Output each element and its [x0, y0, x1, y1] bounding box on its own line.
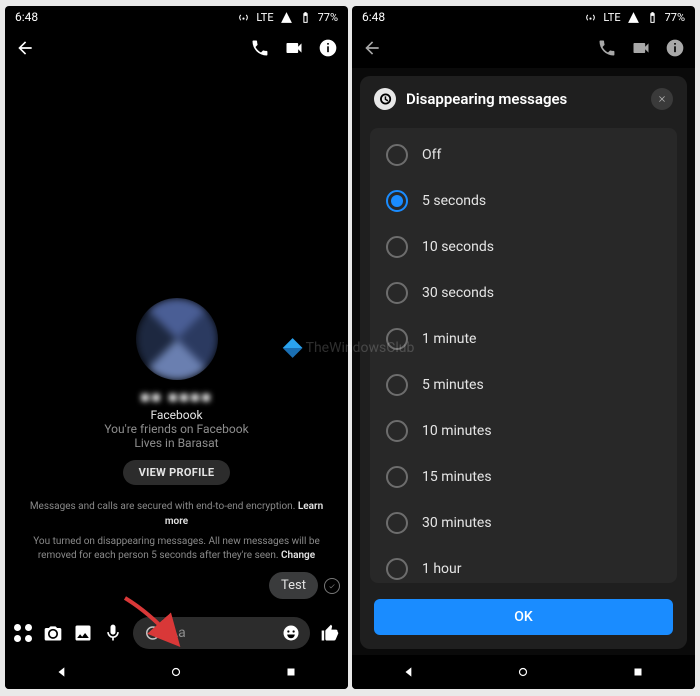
history-icon	[374, 88, 396, 110]
back-icon[interactable]	[362, 38, 382, 58]
camera-icon[interactable]	[43, 623, 63, 643]
delivered-icon	[324, 578, 340, 594]
close-icon[interactable]	[651, 88, 673, 110]
option-label: 30 minutes	[422, 515, 492, 531]
android-navbar	[5, 655, 348, 689]
video-call-icon[interactable]	[284, 38, 304, 58]
encryption-notice: Messages and calls are secured with end-…	[5, 499, 348, 529]
status-bar: 6:48 LTE 77%	[352, 6, 695, 28]
sent-message: Test	[269, 572, 340, 599]
radio-icon	[386, 328, 408, 350]
option-off[interactable]: Off	[370, 132, 677, 178]
info-icon[interactable]	[665, 38, 685, 58]
option-5-seconds[interactable]: 5 seconds	[370, 178, 677, 224]
disappearing-modal: Disappearing messages Off 5 seconds 10 sec…	[360, 76, 687, 649]
status-bar: 6:48 LTE 77%	[5, 6, 348, 28]
radio-icon	[386, 144, 408, 166]
status-time: 6:48	[362, 10, 385, 24]
hotspot-icon	[237, 11, 250, 24]
option-label: Off	[422, 147, 441, 163]
radio-icon	[386, 236, 408, 258]
option-label: 15 minutes	[422, 469, 492, 485]
battery-label: 77%	[318, 11, 338, 24]
chat-appbar	[352, 28, 695, 68]
option-label: 30 seconds	[422, 285, 494, 301]
modal-header: Disappearing messages	[360, 76, 687, 122]
signal-icon	[627, 11, 640, 24]
status-icons: LTE 77%	[584, 11, 685, 24]
radio-icon	[386, 374, 408, 396]
option-5-minutes[interactable]: 5 minutes	[370, 362, 677, 408]
back-icon[interactable]	[15, 38, 35, 58]
nav-back-icon[interactable]	[402, 665, 416, 679]
screenshot-modal: 6:48 LTE 77% Disappearing messages	[352, 6, 695, 689]
location-label: Lives in Barasat	[134, 436, 218, 450]
radio-icon	[386, 190, 408, 212]
profile-card: ■■ ■■■■ Facebook You're friends on Faceb…	[5, 298, 348, 485]
gallery-icon[interactable]	[73, 623, 93, 643]
change-link[interactable]: Change	[281, 550, 315, 561]
chat-body: ■■ ■■■■ Facebook You're friends on Faceb…	[5, 68, 348, 611]
radio-icon	[386, 558, 408, 580]
hotspot-icon	[584, 11, 597, 24]
option-label: 10 seconds	[422, 239, 494, 255]
radio-icon	[386, 466, 408, 488]
screenshot-chat: 6:48 LTE 77% ■■ ■■■■ Facebook You're fri…	[5, 6, 348, 689]
option-label: 1 hour	[422, 561, 462, 577]
thumbs-up-icon[interactable]	[320, 623, 340, 643]
option-15-minutes[interactable]: 15 minutes	[370, 454, 677, 500]
view-profile-button[interactable]: VIEW PROFILE	[123, 460, 231, 485]
option-1-minute[interactable]: 1 minute	[370, 316, 677, 362]
signal-icon	[280, 11, 293, 24]
option-30-minutes[interactable]: 30 minutes	[370, 500, 677, 546]
radio-icon	[386, 420, 408, 442]
nav-back-icon[interactable]	[55, 665, 69, 679]
mic-icon[interactable]	[103, 623, 123, 643]
history-icon	[143, 624, 161, 642]
option-label: 5 seconds	[422, 193, 486, 209]
radio-icon	[386, 512, 408, 534]
input-placeholder: Aa	[169, 625, 274, 641]
radio-icon	[386, 282, 408, 304]
option-10-minutes[interactable]: 10 minutes	[370, 408, 677, 454]
battery-label: 77%	[665, 11, 685, 24]
emoji-icon[interactable]	[282, 624, 300, 642]
option-1-hour[interactable]: 1 hour	[370, 546, 677, 583]
status-icons: LTE 77%	[237, 11, 338, 24]
nav-home-icon[interactable]	[516, 665, 530, 679]
option-10-seconds[interactable]: 10 seconds	[370, 224, 677, 270]
voice-call-icon[interactable]	[597, 38, 617, 58]
nav-recent-icon[interactable]	[284, 665, 298, 679]
nav-home-icon[interactable]	[169, 665, 183, 679]
composer: Aa	[5, 611, 348, 655]
nav-recent-icon[interactable]	[631, 665, 645, 679]
message-bubble[interactable]: Test	[269, 572, 318, 599]
option-30-seconds[interactable]: 30 seconds	[370, 270, 677, 316]
friends-label: You're friends on Facebook	[104, 422, 248, 436]
option-label: 10 minutes	[422, 423, 492, 439]
battery-icon	[299, 11, 312, 24]
status-time: 6:48	[15, 10, 38, 24]
disappearing-notice: You turned on disappearing messages. All…	[5, 535, 348, 563]
voice-call-icon[interactable]	[250, 38, 270, 58]
modal-footer: OK	[360, 589, 687, 649]
chat-appbar	[5, 28, 348, 68]
avatar[interactable]	[136, 298, 218, 380]
video-call-icon[interactable]	[631, 38, 651, 58]
contact-name: ■■ ■■■■	[140, 388, 212, 406]
network-label: LTE	[256, 11, 273, 24]
message-input[interactable]: Aa	[133, 617, 310, 649]
option-label: 5 minutes	[422, 377, 484, 393]
android-navbar	[352, 655, 695, 689]
info-icon[interactable]	[318, 38, 338, 58]
options-list[interactable]: Off 5 seconds 10 seconds 30 seconds 1 minute…	[370, 128, 677, 583]
modal-title: Disappearing messages	[406, 90, 641, 108]
battery-icon	[646, 11, 659, 24]
option-label: 1 minute	[422, 331, 476, 347]
network-label: LTE	[603, 11, 620, 24]
platform-label: Facebook	[150, 408, 202, 422]
more-apps-icon[interactable]	[13, 623, 33, 643]
ok-button[interactable]: OK	[374, 599, 673, 635]
